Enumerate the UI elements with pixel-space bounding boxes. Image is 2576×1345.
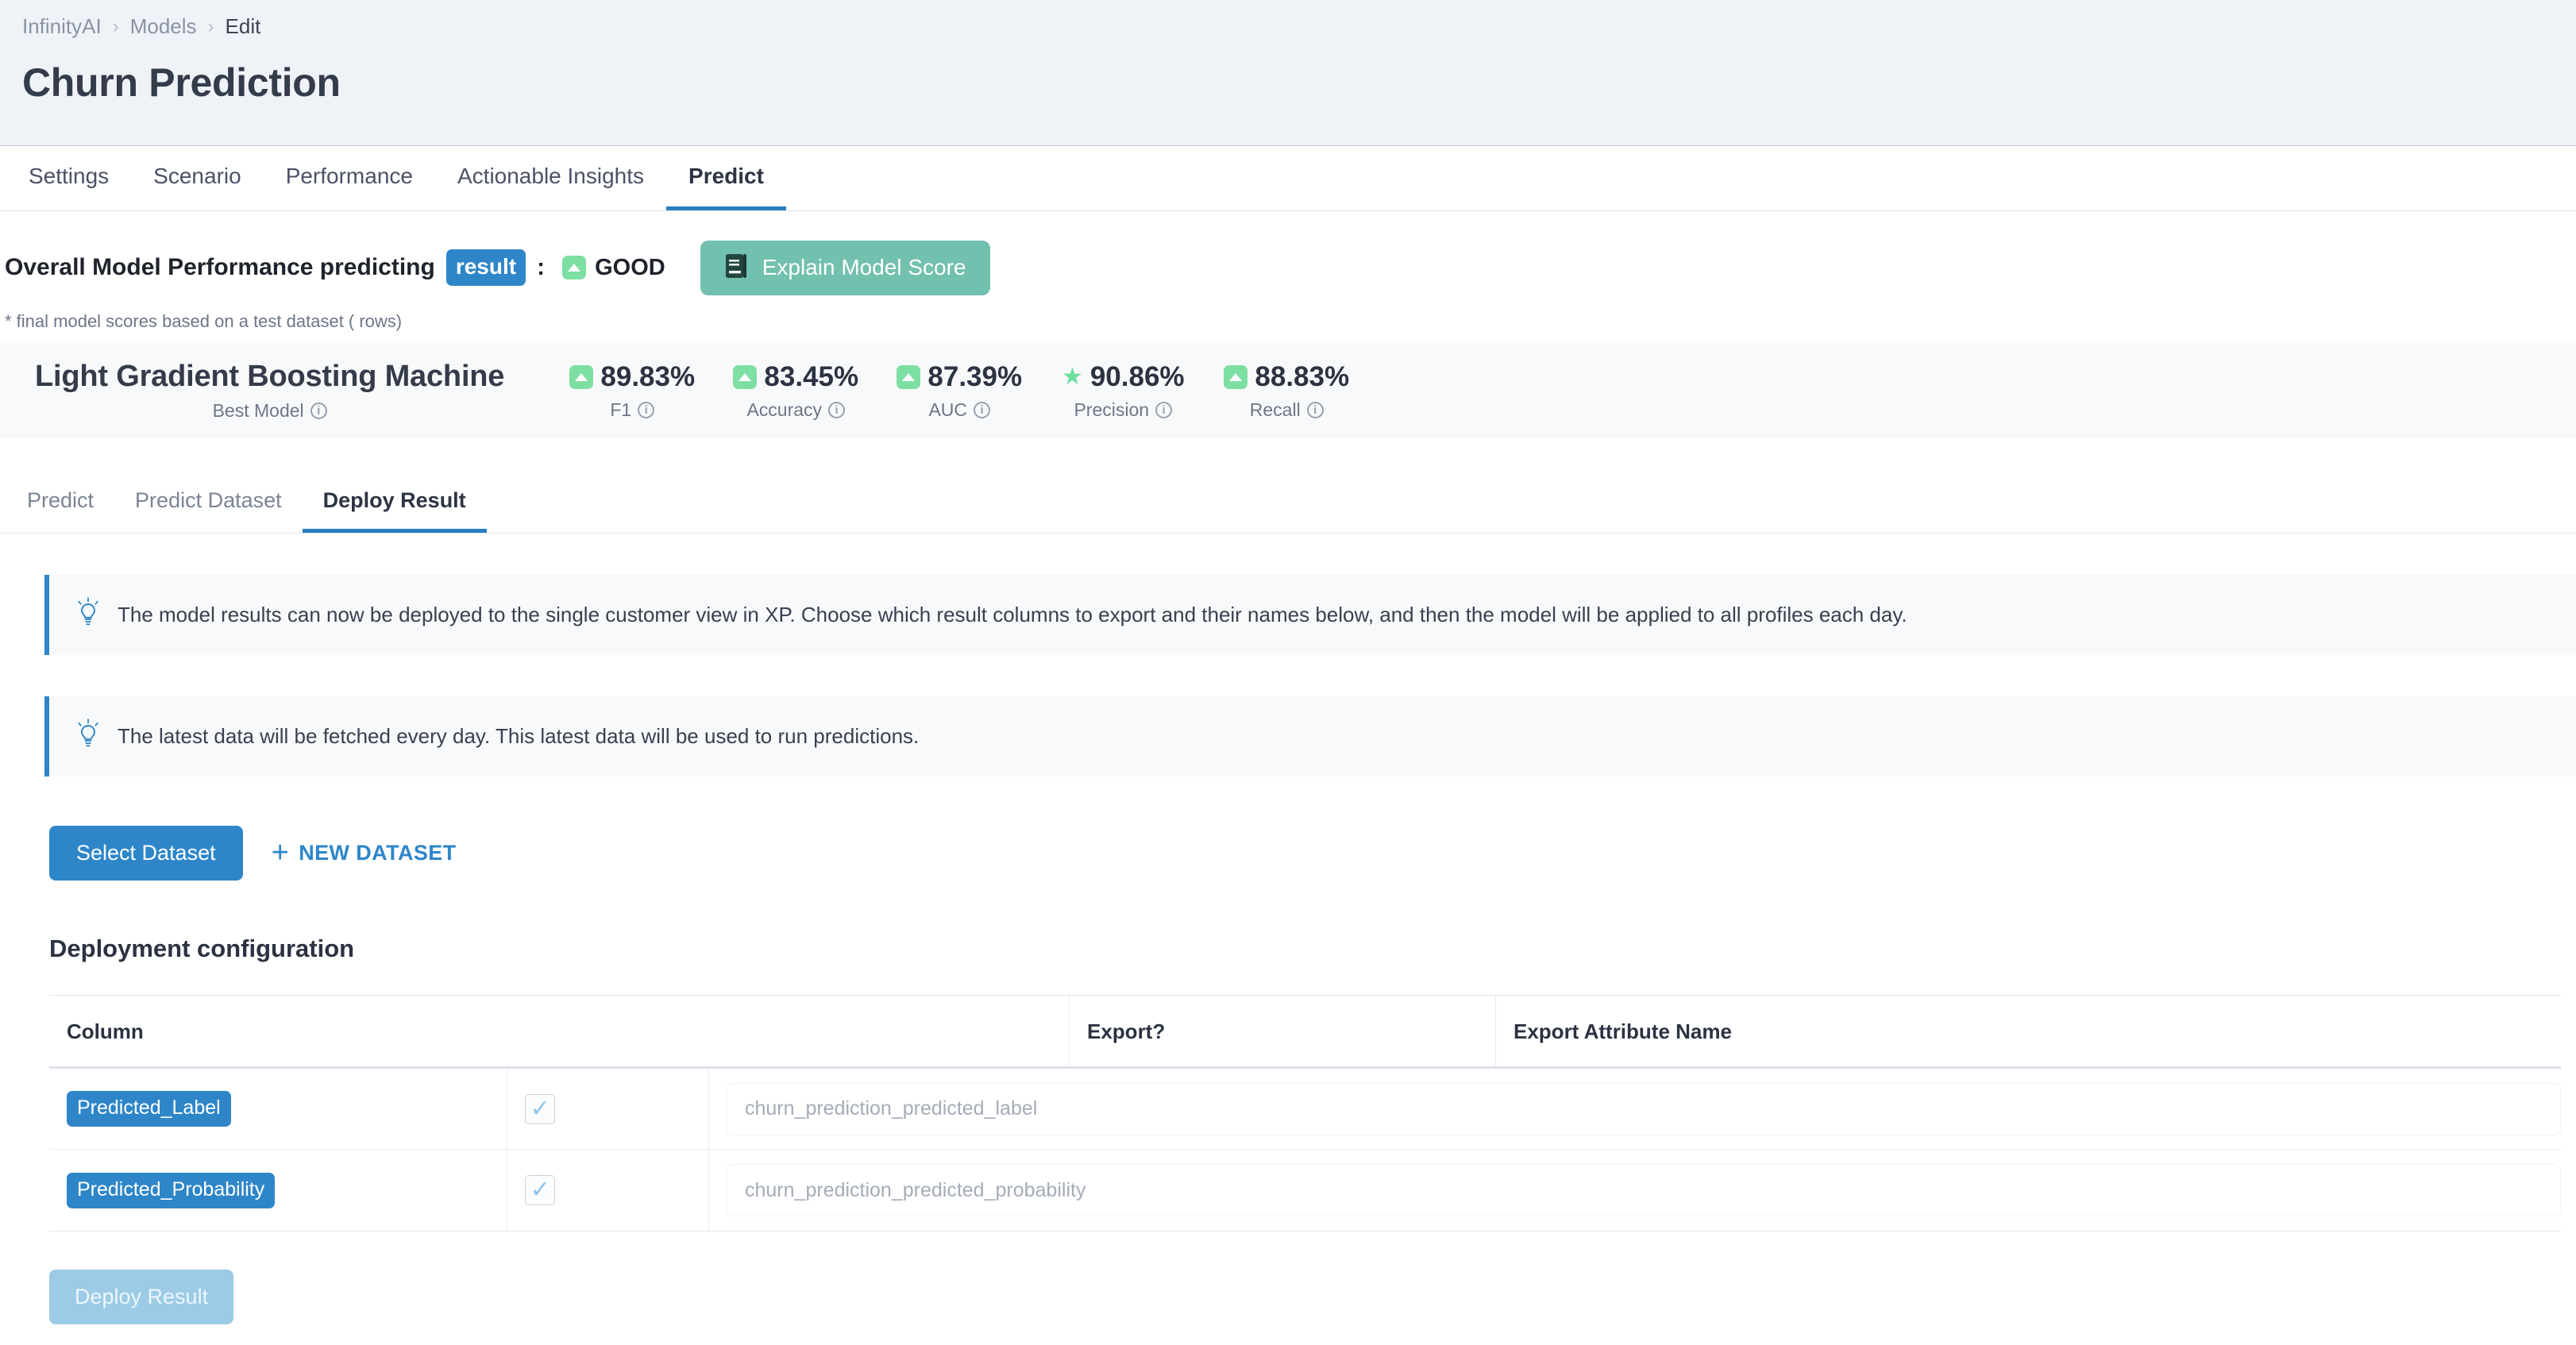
overall-performance-label: Overall Model Performance predicting [5, 254, 435, 280]
dataset-actions: Select Dataset + NEW DATASET [49, 826, 2576, 881]
metric-accuracy-label: Accuracy [746, 399, 823, 420]
subtab-predict[interactable]: Predict [6, 471, 114, 533]
info-icon[interactable]: i [638, 401, 655, 418]
table-body: Predicted_Label ✓ Predicted_Probability [49, 1069, 2561, 1231]
plus-icon: + [271, 836, 290, 870]
row-export-cell: ✓ [507, 1150, 709, 1231]
metric-recall-label: Recall [1249, 399, 1301, 420]
metric-precision-value: 90.86% [1089, 360, 1185, 392]
new-dataset-label: NEW DATASET [299, 841, 457, 865]
metric-auc-value: 87.39% [927, 360, 1023, 392]
best-model-sublabel-text: Best Model [212, 400, 304, 421]
table-row: Predicted_Probability ✓ [49, 1150, 2561, 1231]
deployment-configuration-table: Column Export? Export Attribute Name Pre… [49, 995, 2561, 1231]
main-tabs: Settings Scenario Performance Actionable… [0, 146, 2576, 211]
table-header-row: Column Export? Export Attribute Name [49, 996, 2561, 1069]
info-icon[interactable]: i [310, 403, 327, 419]
metric-accuracy: 83.45% Accuracy i [714, 361, 877, 421]
lightbulb-icon [76, 719, 100, 754]
breadcrumb-item-infinityai[interactable]: InfinityAI [22, 14, 102, 39]
row-column-cell: Predicted_Probability [49, 1150, 508, 1231]
metric-f1-label: F1 [610, 399, 632, 420]
metric-precision: ★ 90.86% Precision i [1041, 361, 1205, 421]
overall-performance-row: Overall Model Performance predicting res… [0, 211, 2576, 295]
info-icon[interactable]: i [1155, 401, 1173, 418]
info-banner-deploy-text: The model results can now be deployed to… [118, 603, 1907, 626]
tab-actionable-insights[interactable]: Actionable Insights [435, 145, 666, 210]
export-checkbox-predicted-label[interactable]: ✓ [525, 1093, 556, 1124]
triangle-up-icon [897, 364, 921, 389]
model-rating-label: GOOD [595, 254, 665, 280]
explain-model-score-label: Explain Model Score [762, 255, 966, 279]
export-checkbox-predicted-probability[interactable]: ✓ [525, 1175, 556, 1205]
info-banner-latest-data: The latest data will be fetched every da… [44, 696, 2576, 777]
table-header-export: Export? [1070, 996, 1496, 1066]
metric-recall-value: 88.83% [1255, 360, 1350, 392]
metric-auc-label: AUC [928, 399, 968, 420]
row-column-cell: Predicted_Label [49, 1069, 508, 1149]
app-page: InfinityAI › Models › Edit Churn Predict… [0, 0, 2576, 1345]
result-chip: result [445, 249, 526, 286]
metric-f1: 89.83% F1 i [550, 361, 714, 421]
info-banner-deploy: The model results can now be deployed to… [44, 575, 2576, 655]
tab-settings[interactable]: Settings [6, 145, 131, 210]
subtab-deploy-result[interactable]: Deploy Result [302, 471, 487, 533]
metric-precision-label: Precision [1074, 399, 1150, 420]
tab-scenario[interactable]: Scenario [131, 145, 264, 210]
export-attribute-name-input-predicted-probability[interactable] [727, 1164, 2561, 1216]
lightbulb-icon [76, 597, 100, 633]
info-icon[interactable]: i [828, 401, 846, 418]
deploy-result-button[interactable]: Deploy Result [49, 1270, 234, 1324]
best-model-name: Light Gradient Boosting Machine [35, 360, 505, 393]
explain-model-score-button[interactable]: Explain Model Score [700, 240, 990, 295]
table-row: Predicted_Label ✓ [49, 1069, 2561, 1150]
check-icon: ✓ [530, 1177, 550, 1203]
column-chip-predicted-probability: Predicted_Probability [67, 1172, 276, 1208]
info-icon[interactable]: i [1306, 401, 1324, 418]
triangle-up-icon [569, 364, 594, 389]
model-rating: GOOD [562, 255, 665, 281]
info-icon[interactable]: i [974, 401, 991, 418]
metrics-footnote: * final model scores based on a test dat… [5, 311, 403, 331]
triangle-up-icon [1224, 364, 1248, 389]
subtab-predict-dataset[interactable]: Predict Dataset [114, 471, 303, 533]
row-attribute-cell [709, 1150, 2561, 1231]
table-header-export-attribute-name: Export Attribute Name [1514, 1019, 1732, 1043]
info-banner-latest-data-text: The latest data will be fetched every da… [118, 724, 920, 748]
metrics-strip: Light Gradient Boosting Machine Best Mod… [0, 343, 2576, 438]
tab-predict[interactable]: Predict [666, 145, 786, 210]
export-attribute-name-input-predicted-label[interactable] [727, 1082, 2561, 1135]
breadcrumb-item-models[interactable]: Models [130, 14, 197, 39]
metric-f1-value: 89.83% [600, 360, 696, 392]
metric-auc: 87.39% AUC i [877, 361, 1041, 421]
row-attribute-cell [709, 1069, 2561, 1149]
table-header-column: Column [49, 996, 1070, 1066]
star-icon: ★ [1061, 363, 1083, 390]
check-icon: ✓ [530, 1095, 550, 1122]
best-model-block: Light Gradient Boosting Machine Best Mod… [35, 360, 504, 422]
triangle-up-icon [562, 256, 587, 279]
predict-sub-tabs: Predict Predict Dataset Deploy Result [0, 472, 2576, 534]
column-chip-predicted-label: Predicted_Label [67, 1091, 231, 1127]
page-title: Churn Prediction [22, 60, 341, 105]
metric-accuracy-value: 83.45% [764, 360, 859, 392]
tab-performance[interactable]: Performance [264, 145, 435, 210]
new-dataset-link[interactable]: + NEW DATASET [271, 836, 457, 870]
deployment-configuration-title: Deployment configuration [49, 935, 355, 962]
metric-recall: 88.83% Recall i [1205, 361, 1368, 421]
chevron-right-icon: › [207, 15, 214, 37]
select-dataset-button[interactable]: Select Dataset [49, 826, 243, 881]
book-icon [724, 253, 748, 283]
row-export-cell: ✓ [507, 1069, 709, 1149]
page-header: InfinityAI › Models › Edit Churn Predict… [0, 0, 2576, 146]
breadcrumb-item-edit[interactable]: Edit [226, 14, 261, 39]
triangle-up-icon [733, 364, 758, 389]
headline-colon: : [537, 254, 546, 280]
best-model-sublabel: Best Model i [35, 400, 504, 422]
chevron-right-icon: › [112, 15, 119, 37]
breadcrumb: InfinityAI › Models › Edit [22, 14, 2554, 39]
